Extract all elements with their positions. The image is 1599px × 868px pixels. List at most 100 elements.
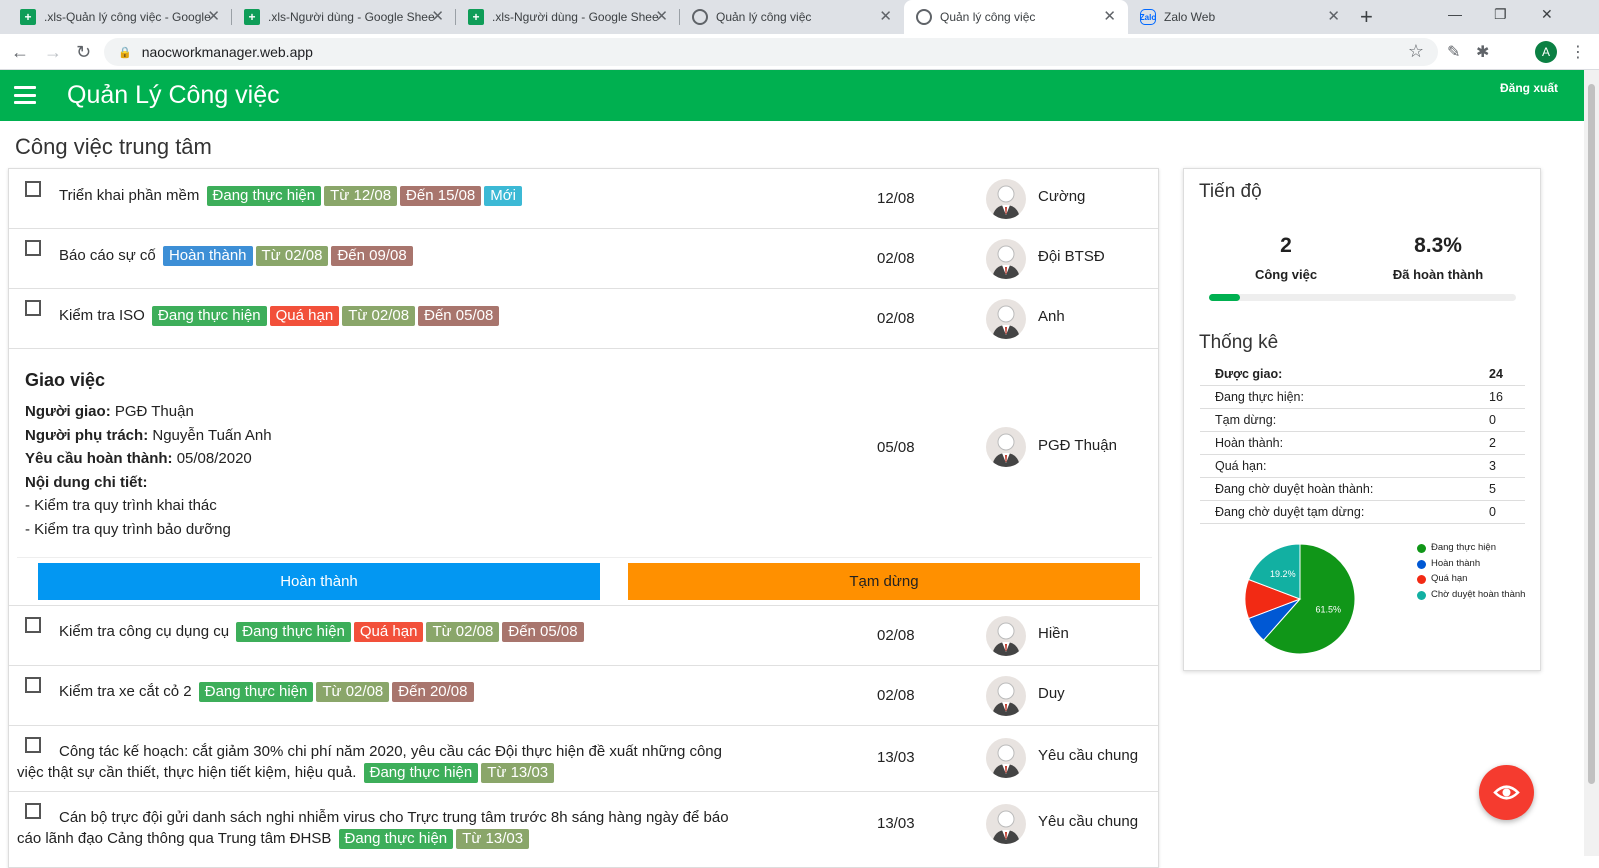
url-field[interactable]: 🔒 naocworkmanager.web.app ☆	[104, 38, 1438, 66]
legend-label: Chờ duyệt hoàn thành	[1431, 588, 1526, 600]
stats-row: Quá hạn: 3	[1200, 455, 1525, 478]
app-header: Quản Lý Công việc Đăng xuất	[0, 70, 1599, 121]
progress-bar	[1209, 294, 1516, 301]
task-row[interactable]: Kiểm tra ISO Đang thực hiện Quá hạn Từ 02/…	[9, 289, 1158, 349]
chart-legend: Đang thực hiện Hoàn thành Quá hạn Chờ du…	[1417, 542, 1527, 604]
page-title: Công việc trung tâm	[15, 134, 212, 159]
legend-dot	[1417, 559, 1426, 569]
close-icon[interactable]: ✕	[207, 9, 220, 25]
task-checkbox[interactable]	[25, 677, 41, 693]
divider	[17, 557, 1152, 558]
task-row[interactable]: Kiểm tra xe cắt cỏ 2 Đang thực hiện Từ 02…	[9, 666, 1158, 726]
status-badge: Đang thực hiện	[363, 763, 479, 783]
logout-button[interactable]: Đăng xuất	[1500, 81, 1558, 95]
restore-icon[interactable]: ❐	[1494, 6, 1507, 23]
eye-icon	[1493, 785, 1520, 800]
legend-dot	[1417, 544, 1426, 553]
browser-tab[interactable]: + .xls-Người dùng - Google Shee ✕	[456, 0, 680, 34]
forward-icon[interactable]: →	[44, 40, 62, 64]
task-checkbox[interactable]	[25, 300, 41, 316]
tab-title: .xls-Người dùng - Google Shee	[268, 10, 435, 24]
task-title-line: Báo cáo sự cố Hoàn thành Từ 02/08 Đến 09/0…	[59, 245, 413, 266]
browser-tab[interactable]: Zalo Zalo Web ✕	[1128, 0, 1352, 34]
avatar	[986, 179, 1026, 219]
extensions-puzzle-icon[interactable]: ✱	[1476, 42, 1489, 62]
task-list: Triển khai phần mềm Đang thực hiện Từ 12/…	[8, 168, 1159, 868]
task-row[interactable]: Báo cáo sự cố Hoàn thành Từ 02/08 Đến 09/0…	[9, 229, 1158, 289]
pie-slice-label: 19.2%	[1270, 569, 1296, 579]
complete-button[interactable]: Hoàn thành	[38, 563, 600, 600]
close-icon[interactable]: ✕	[1103, 9, 1116, 25]
close-icon[interactable]: ✕	[1327, 9, 1340, 25]
progress-bar-fill	[1209, 294, 1240, 301]
detail-owner-label: Người phụ trách:	[25, 427, 149, 444]
stats-row: Tạm dừng: 0	[1200, 409, 1525, 432]
avatar	[986, 427, 1026, 467]
task-title: Cán bộ trực đội gửi danh sách nghi nhiễm…	[59, 809, 729, 826]
detail-heading: Giao việc	[25, 370, 106, 390]
stats-row: Đang thực hiện: 16	[1200, 386, 1525, 409]
hamburger-menu-icon[interactable]	[14, 86, 36, 104]
close-icon[interactable]: ✕	[879, 9, 892, 25]
avatar	[986, 616, 1026, 656]
profile-avatar[interactable]: A	[1535, 41, 1557, 63]
task-row[interactable]: Cán bộ trực đội gửi danh sách nghi nhiễm…	[9, 792, 1158, 867]
legend-dot	[1417, 575, 1426, 584]
reload-icon[interactable]: ↻	[76, 40, 91, 64]
avatar	[986, 676, 1026, 716]
task-checkbox[interactable]	[25, 240, 41, 256]
minimize-icon[interactable]: —	[1448, 6, 1462, 22]
menu-kebab-icon[interactable]: ⋮	[1570, 42, 1586, 62]
task-row[interactable]: Công tác kế hoạch: cắt giảm 30% chi phí …	[9, 726, 1158, 792]
browser-tab-active[interactable]: Quản lý công việc ✕	[904, 0, 1128, 34]
task-title: việc thật sự cần thiết, thực hiện tiết k…	[17, 764, 357, 781]
browser-tab[interactable]: + .xls-Người dùng - Google Shee ✕	[232, 0, 456, 34]
overdue-badge: Quá hạn	[353, 622, 424, 642]
task-checkbox[interactable]	[25, 737, 41, 753]
legend-item: Đang thực hiện	[1417, 542, 1527, 554]
bookmark-star-icon[interactable]: ☆	[1408, 41, 1424, 62]
task-count-label: Công việc	[1254, 267, 1318, 282]
close-window-icon[interactable]: ✕	[1541, 6, 1553, 23]
stats-key: Đang chờ duyệt tạm dừng:	[1215, 505, 1365, 519]
status-badge: Đang thực hiện	[198, 682, 314, 702]
task-date: 02/08	[877, 310, 915, 327]
legend-item: Quá hạn	[1417, 573, 1527, 585]
browser-tab-bar: + .xls-Quản lý công việc - Google ✕ + .x…	[0, 0, 1599, 34]
back-icon[interactable]: ←	[11, 40, 29, 64]
task-row[interactable]: Triển khai phần mềm Đang thực hiện Từ 12/…	[9, 169, 1158, 229]
view-fab-button[interactable]	[1479, 765, 1534, 820]
scrollbar-thumb[interactable]	[1588, 84, 1595, 784]
new-tab-icon[interactable]: +	[1360, 5, 1373, 29]
detail-deadline-value: 05/08/2020	[176, 450, 252, 467]
due-date-badge: Đến 20/08	[392, 682, 474, 702]
start-date-badge: Từ 13/03	[456, 829, 530, 849]
task-date: 02/08	[877, 627, 915, 644]
zalo-icon: Zalo	[1140, 9, 1156, 25]
browser-tab[interactable]: Quản lý công việc ✕	[680, 0, 904, 34]
detail-assigner-value: PGĐ Thuận	[114, 403, 194, 420]
extension-pen-icon[interactable]: ✎	[1447, 42, 1460, 62]
detail-content-label: Nội dung chi tiết:	[25, 474, 148, 491]
status-badge: Đang thực hiện	[236, 622, 351, 642]
assignee-name: PGĐ Thuận	[1038, 437, 1117, 454]
avatar	[986, 239, 1026, 279]
pause-button[interactable]: Tạm dừng	[628, 563, 1140, 600]
completion-percent: 8.3%	[1414, 234, 1462, 257]
task-row[interactable]: Kiểm tra công cụ dụng cụ Đang thực hiện Q…	[9, 606, 1158, 666]
detail-assigner: Người giao: PGĐ Thuận	[25, 403, 194, 420]
legend-label: Đang thực hiện	[1431, 542, 1496, 553]
stats-key: Đang thực hiện:	[1215, 390, 1304, 404]
stats-row: Được giao: 24	[1200, 363, 1525, 386]
close-icon[interactable]: ✕	[655, 9, 668, 25]
legend-label: Hoàn thành	[1431, 557, 1481, 569]
start-date-badge: Từ 02/08	[316, 682, 390, 702]
close-icon[interactable]: ✕	[431, 9, 444, 25]
task-checkbox[interactable]	[25, 803, 41, 819]
task-checkbox[interactable]	[25, 181, 41, 197]
progress-heading: Tiến độ	[1199, 181, 1262, 202]
task-title-line: Công tác kế hoạch: cắt giảm 30% chi phí …	[17, 741, 819, 783]
browser-tab[interactable]: + .xls-Quản lý công việc - Google ✕	[8, 0, 232, 34]
stats-row: Đang chờ duyệt tạm dừng: 0	[1200, 501, 1525, 524]
task-checkbox[interactable]	[25, 617, 41, 633]
